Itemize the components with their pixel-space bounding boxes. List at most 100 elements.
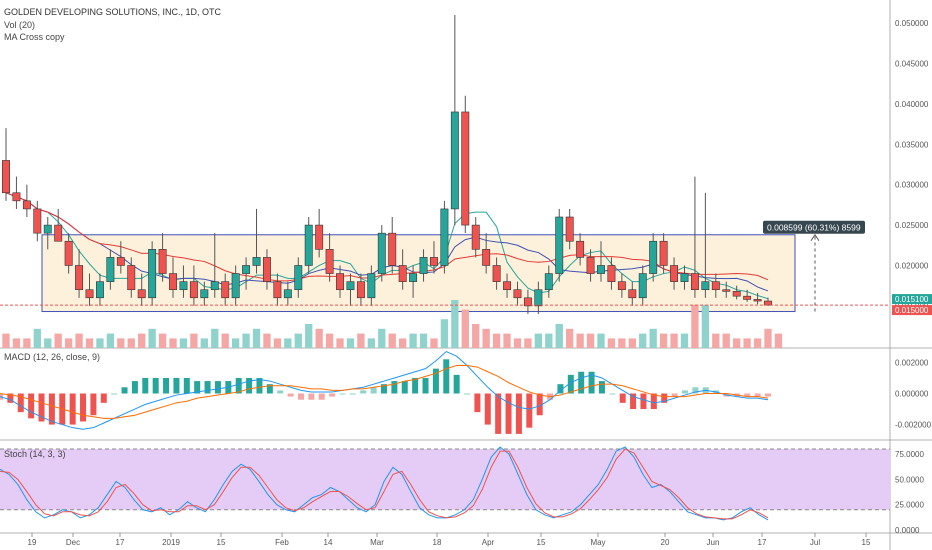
macd-histogram-bar <box>204 381 211 394</box>
candle-body <box>544 273 553 291</box>
macd-histogram-bar <box>297 393 304 400</box>
volume-bar <box>555 324 563 348</box>
candle-body <box>2 160 10 194</box>
stoch-axis-tick: 75.0000 <box>895 450 924 459</box>
volume-bar <box>127 338 135 348</box>
candle-body <box>617 281 626 291</box>
macd-histogram-bar <box>28 393 35 419</box>
candle-body <box>336 273 344 291</box>
candle-body <box>377 232 386 274</box>
candle-body <box>450 111 459 210</box>
candle-body <box>398 265 407 282</box>
volume-bar <box>75 333 83 348</box>
macd-axis-tick: 0.002000 <box>895 358 929 367</box>
stoch-axis-tick: 0.0000 <box>895 526 920 535</box>
time-axis-tick: 17 <box>116 538 125 547</box>
volume-indicator-label[interactable]: Vol (20) <box>4 20 35 30</box>
candle-body <box>231 273 240 299</box>
candle-body <box>75 265 84 291</box>
macd-histogram-bar <box>609 393 616 395</box>
macd-histogram-bar <box>90 393 97 416</box>
macd-indicator-label[interactable]: MACD (12, 26, close, 9) <box>4 352 100 362</box>
candle-body <box>597 265 605 274</box>
macd-histogram-bar <box>681 390 688 394</box>
ma-cross-indicator-label[interactable]: MA Cross copy <box>4 32 65 42</box>
macd-histogram-bar <box>183 377 190 394</box>
macd-histogram-bar <box>111 393 118 395</box>
macd-histogram-bar <box>318 393 325 400</box>
time-axis-tick: Dec <box>66 538 80 547</box>
candle-body <box>200 289 209 299</box>
candle-body <box>22 200 31 210</box>
time-axis-tick: May <box>590 538 605 547</box>
candle-body <box>576 240 585 258</box>
volume-bar <box>618 338 626 348</box>
candle-body <box>513 289 522 299</box>
macd-histogram-bar <box>69 393 76 425</box>
candle-body <box>95 281 104 299</box>
macd-histogram-bar <box>80 393 87 422</box>
price-axis-tick: 0.050000 <box>895 19 929 28</box>
candle-body <box>367 273 376 299</box>
volume-bar <box>33 328 41 348</box>
candle-body <box>325 249 334 274</box>
candle-body <box>33 208 42 234</box>
macd-histogram-bar <box>598 381 605 394</box>
candle-body <box>753 299 762 302</box>
volume-bar <box>294 333 302 348</box>
volume-bar <box>148 328 156 348</box>
volume-bar <box>399 338 407 348</box>
candle-body <box>492 265 501 282</box>
volume-bar <box>701 304 710 348</box>
volume-bar <box>743 338 751 348</box>
stoch-band <box>0 449 890 510</box>
candle-body <box>356 281 365 299</box>
volume-bar <box>524 338 532 348</box>
volume-bar <box>252 328 261 348</box>
stoch-indicator-label[interactable]: Stoch (14, 3, 3) <box>4 449 66 459</box>
volume-bar <box>576 333 584 348</box>
candle-body <box>461 111 470 226</box>
volume-bar <box>179 338 188 348</box>
volume-bar <box>211 328 219 348</box>
macd-axis-tick: -0.002000 <box>895 421 932 430</box>
symbol-title: GOLDEN DEVELOPING SOLUTIONS, INC., 1D, O… <box>4 7 222 17</box>
volume-bar <box>169 338 177 348</box>
macd-histogram-bar <box>214 381 221 394</box>
macd-histogram-bar <box>640 393 647 410</box>
volume-bar <box>388 333 396 348</box>
volume-bar <box>12 338 21 348</box>
candle-body <box>294 265 303 291</box>
volume-bar <box>54 333 62 348</box>
macd-histogram-bar <box>173 377 180 394</box>
volume-bar <box>461 309 469 348</box>
candle-body <box>419 257 428 274</box>
candle-body <box>732 291 741 297</box>
candle-body <box>116 257 125 266</box>
candle-body <box>534 289 543 307</box>
macd-histogram-bar <box>474 393 481 413</box>
macd-histogram-bar <box>163 377 170 394</box>
stoch-axis-tick: 25.0000 <box>895 501 924 510</box>
candle-body <box>252 257 261 266</box>
time-axis-tick: 15 <box>537 538 546 547</box>
volume-bar <box>85 338 94 348</box>
volume-bar <box>158 333 167 348</box>
volume-bar <box>670 333 678 348</box>
macd-histogram-bar <box>152 377 159 394</box>
candle-body <box>764 300 772 306</box>
candle-body <box>649 240 658 274</box>
candle-body <box>711 281 720 291</box>
price-tag-label: 0.015100 <box>895 295 929 304</box>
macd-histogram-bar <box>422 377 429 394</box>
candle-body <box>440 208 449 266</box>
macd-histogram-bar <box>505 393 512 434</box>
macd-histogram-bar <box>308 393 315 400</box>
time-axis-tick: Feb <box>275 538 289 547</box>
candle-body <box>304 224 313 266</box>
volume-bar <box>733 338 741 348</box>
volume-bar <box>273 338 282 348</box>
time-axis-tick: 20 <box>661 538 670 547</box>
time-axis-tick: 17 <box>758 538 767 547</box>
macd-histogram-bar <box>391 381 398 394</box>
